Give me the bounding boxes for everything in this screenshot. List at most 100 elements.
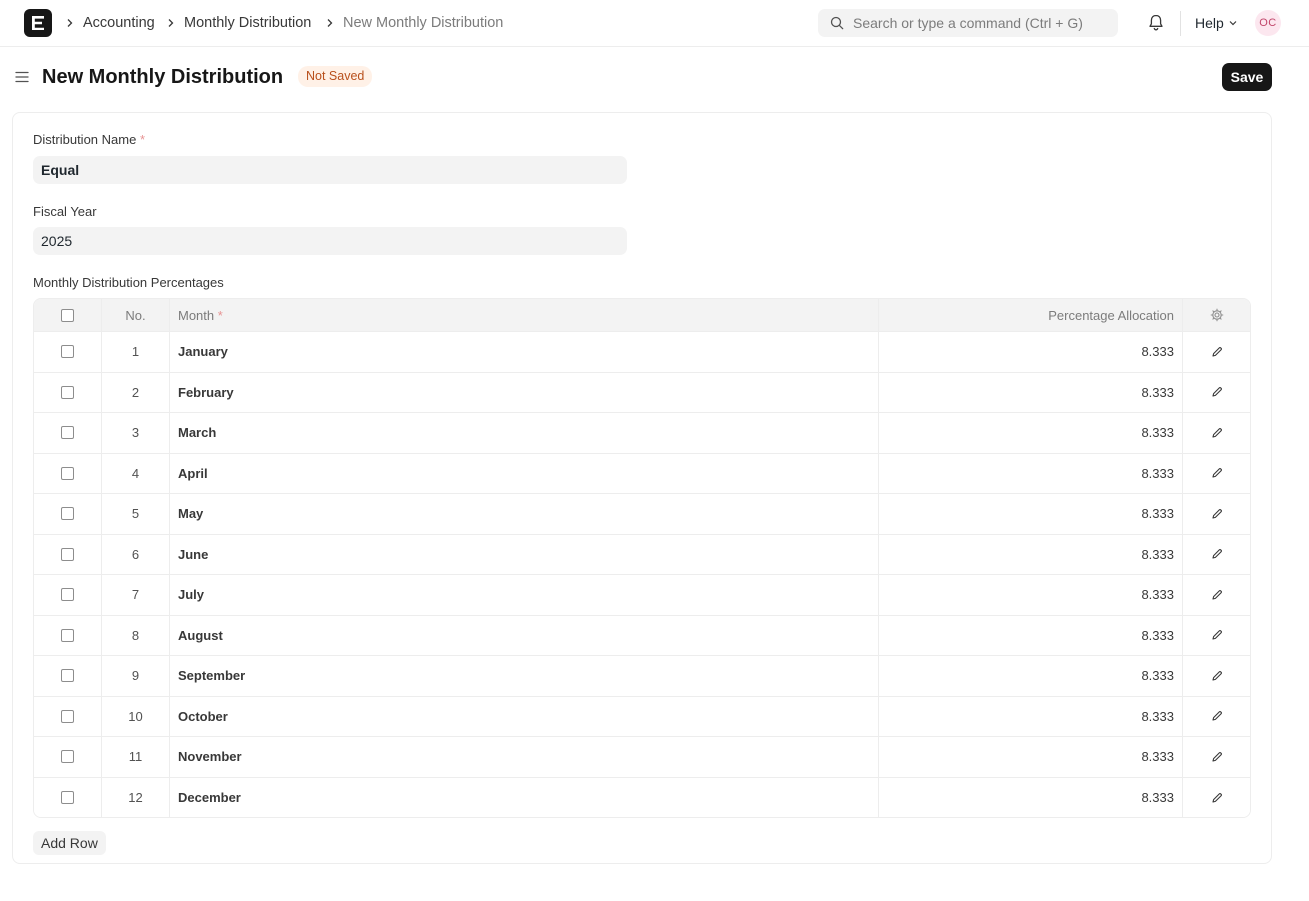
row-edit-cell [1183, 778, 1250, 818]
row-number: 10 [102, 696, 170, 736]
row-select-cell [34, 413, 102, 453]
edit-icon[interactable] [1211, 548, 1223, 560]
table-row[interactable]: 8 August 8.333 [34, 615, 1250, 656]
sidebar-toggle-icon[interactable] [15, 70, 29, 84]
row-select-cell [34, 777, 102, 817]
edit-icon[interactable] [1211, 467, 1223, 479]
table-row[interactable]: 2 February 8.333 [34, 372, 1250, 413]
row-number: 9 [102, 656, 170, 696]
row-checkbox[interactable] [61, 628, 74, 642]
month-cell[interactable]: March [170, 413, 879, 453]
table-row[interactable]: 3 March 8.333 [34, 413, 1250, 454]
month-cell[interactable]: September [170, 656, 879, 696]
edit-icon[interactable] [1211, 751, 1223, 763]
row-edit-cell [1183, 413, 1250, 453]
help-dropdown[interactable]: Help [1195, 15, 1238, 31]
row-checkbox[interactable] [61, 385, 74, 399]
select-all-checkbox[interactable] [61, 308, 74, 322]
table-header: No. Month * Percentage Allocation [34, 299, 1250, 332]
row-number: 7 [102, 575, 170, 615]
table-row[interactable]: 9 September 8.333 [34, 656, 1250, 697]
edit-icon[interactable] [1211, 670, 1223, 682]
row-checkbox[interactable] [61, 709, 74, 723]
month-cell[interactable]: May [170, 494, 879, 534]
table-row[interactable]: 5 May 8.333 [34, 494, 1250, 535]
edit-icon[interactable] [1211, 427, 1223, 439]
percentage-cell[interactable]: 8.333 [879, 696, 1183, 736]
avatar[interactable]: OC [1255, 10, 1281, 36]
row-checkbox[interactable] [61, 466, 74, 480]
edit-icon[interactable] [1211, 346, 1223, 358]
row-select-cell [34, 534, 102, 574]
table-row[interactable]: 10 October 8.333 [34, 696, 1250, 737]
row-select-cell [34, 737, 102, 777]
month-cell[interactable]: August [170, 615, 879, 655]
row-checkbox[interactable] [61, 750, 74, 764]
row-checkbox[interactable] [61, 547, 74, 561]
app-logo-icon[interactable] [24, 9, 52, 37]
row-edit-cell [1183, 656, 1250, 696]
save-button[interactable]: Save [1222, 63, 1272, 91]
table-row[interactable]: 12 December 8.333 [34, 777, 1250, 818]
add-row-button[interactable]: Add Row [33, 831, 106, 855]
header-no: No. [102, 299, 170, 331]
table-row[interactable]: 7 July 8.333 [34, 575, 1250, 616]
row-checkbox[interactable] [61, 669, 74, 683]
search-input[interactable] [853, 13, 1108, 33]
month-cell[interactable]: October [170, 696, 879, 736]
month-cell[interactable]: June [170, 534, 879, 574]
edit-icon[interactable] [1211, 629, 1223, 641]
distribution-name-field[interactable]: Equal [33, 156, 627, 184]
month-cell[interactable]: July [170, 575, 879, 615]
percentage-cell[interactable]: 8.333 [879, 453, 1183, 493]
row-edit-cell [1183, 332, 1250, 372]
edit-icon[interactable] [1211, 710, 1223, 722]
bell-icon[interactable] [1146, 13, 1166, 33]
row-checkbox[interactable] [61, 791, 74, 805]
required-marker: * [139, 132, 146, 147]
percentage-cell[interactable]: 8.333 [879, 615, 1183, 655]
percentage-cell[interactable]: 8.333 [879, 413, 1183, 453]
month-cell[interactable]: February [170, 372, 879, 412]
row-checkbox[interactable] [61, 588, 74, 602]
table-row[interactable]: 11 November 8.333 [34, 737, 1250, 778]
percentage-cell[interactable]: 8.333 [879, 777, 1183, 817]
percentage-cell[interactable]: 8.333 [879, 494, 1183, 534]
row-checkbox[interactable] [61, 345, 74, 359]
required-marker: * [217, 307, 223, 323]
table-row[interactable]: 1 January 8.333 [34, 332, 1250, 373]
row-edit-cell [1183, 373, 1250, 413]
row-checkbox[interactable] [61, 426, 74, 440]
month-cell[interactable]: April [170, 453, 879, 493]
fiscal-year-field[interactable]: 2025 [33, 227, 627, 255]
edit-icon[interactable] [1211, 386, 1223, 398]
edit-icon[interactable] [1211, 589, 1223, 601]
row-select-cell [34, 575, 102, 615]
month-cell[interactable]: November [170, 737, 879, 777]
fiscal-year-label: Fiscal Year [33, 204, 97, 219]
row-edit-cell [1183, 454, 1250, 494]
breadcrumb-accounting[interactable]: Accounting [83, 14, 155, 32]
page-title: New Monthly Distribution [42, 66, 284, 88]
percentage-cell[interactable]: 8.333 [879, 737, 1183, 777]
gear-icon[interactable] [1210, 308, 1224, 322]
percentage-cell[interactable]: 8.333 [879, 534, 1183, 574]
edit-icon[interactable] [1211, 792, 1223, 804]
percentage-cell[interactable]: 8.333 [879, 575, 1183, 615]
row-checkbox[interactable] [61, 507, 74, 521]
percentage-cell[interactable]: 8.333 [879, 372, 1183, 412]
row-number: 12 [102, 777, 170, 817]
header-percentage: Percentage Allocation [879, 299, 1183, 331]
month-cell[interactable]: December [170, 777, 879, 817]
table-row[interactable]: 6 June 8.333 [34, 534, 1250, 575]
percentage-cell[interactable]: 8.333 [879, 656, 1183, 696]
navbar-divider [1180, 11, 1181, 36]
edit-icon[interactable] [1211, 508, 1223, 520]
row-select-cell [34, 372, 102, 412]
row-select-cell [34, 656, 102, 696]
search-bar[interactable] [818, 9, 1118, 37]
breadcrumb-monthly-distribution[interactable]: Monthly Distribution [184, 14, 311, 32]
month-cell[interactable]: January [170, 332, 879, 372]
table-row[interactable]: 4 April 8.333 [34, 453, 1250, 494]
percentage-cell[interactable]: 8.333 [879, 332, 1183, 372]
